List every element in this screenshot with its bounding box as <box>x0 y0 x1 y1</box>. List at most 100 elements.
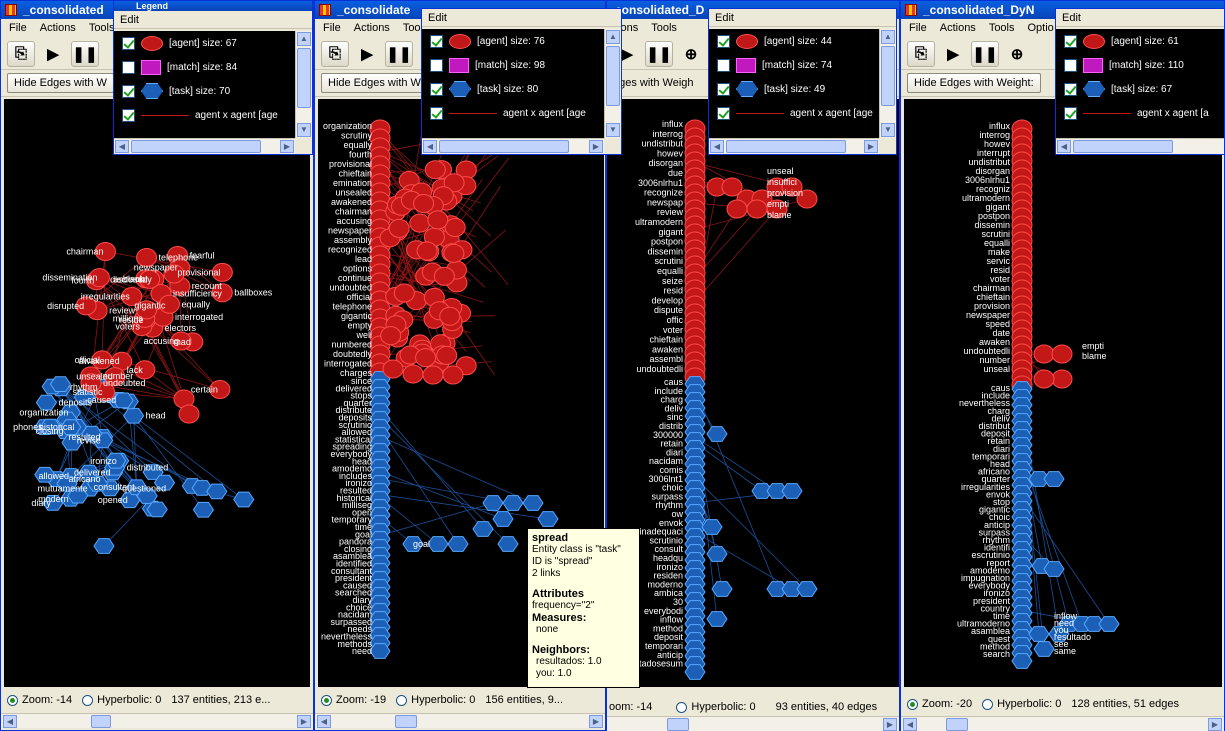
zoom-icon[interactable]: ⊕ <box>677 41 705 67</box>
task-node[interactable] <box>502 495 524 511</box>
horizontal-scrollbar[interactable]: ◀ ▶ <box>1 713 313 728</box>
menu-tools[interactable]: Too <box>403 22 421 35</box>
menu-tools[interactable]: Tools <box>89 22 115 35</box>
scroll-left-icon[interactable]: ◀ <box>115 140 129 153</box>
legend-menu-edit[interactable]: Edit <box>709 9 896 27</box>
legend-vertical-scrollbar[interactable]: ▲ ▼ <box>295 31 312 138</box>
agent-node[interactable] <box>388 218 410 238</box>
hide-edges-button[interactable]: Hide Edges with W <box>7 73 114 93</box>
task-node[interactable] <box>369 643 391 659</box>
task-node[interactable] <box>701 519 723 535</box>
legend-horizontal-scrollbar[interactable]: ◀ <box>1056 138 1224 154</box>
zoom-radio[interactable]: Zoom: -19 <box>321 694 386 706</box>
horizontal-scrollbar[interactable]: ▶ <box>607 716 899 731</box>
play-icon[interactable]: ▶ <box>939 41 967 67</box>
pause-icon[interactable]: ❚❚ <box>71 40 99 67</box>
zoom-radio[interactable]: Zoom: -20 <box>907 698 972 710</box>
menu-tools[interactable]: Tools <box>651 22 677 35</box>
scroll-right-icon[interactable]: ▶ <box>589 140 603 153</box>
scroll-thumb[interactable] <box>91 715 111 728</box>
scroll-left-icon[interactable]: ◀ <box>1057 140 1071 153</box>
scroll-left-icon[interactable]: ◀ <box>317 715 331 728</box>
scroll-left-icon[interactable]: ◀ <box>3 715 17 728</box>
hide-edges-button[interactable]: Hide Edges with W <box>321 73 428 93</box>
horizontal-scrollbar[interactable]: ◀ ▶ <box>315 713 605 728</box>
scroll-thumb[interactable] <box>395 715 417 728</box>
menu-file[interactable]: File <box>9 22 27 35</box>
agent-node[interactable] <box>415 348 437 368</box>
scroll-thumb[interactable] <box>1073 140 1173 153</box>
network-graph[interactable]: influxinterroghowevinterruptundistributd… <box>904 99 1222 687</box>
scroll-thumb[interactable] <box>726 140 846 153</box>
agent-node[interactable] <box>746 199 768 219</box>
legend-horizontal-scrollbar[interactable]: ◀ ▶ <box>422 138 604 154</box>
copy-icon[interactable]: ⎘ <box>321 40 349 67</box>
task-node[interactable] <box>472 521 494 537</box>
agent-node[interactable] <box>726 199 748 219</box>
legend-vertical-scrollbar[interactable]: ▲ ▼ <box>879 29 896 138</box>
menu-actions[interactable]: Actions <box>354 22 390 35</box>
task-node[interactable] <box>192 501 215 518</box>
scroll-down-icon[interactable]: ▼ <box>297 123 311 137</box>
task-node[interactable] <box>684 664 706 680</box>
scroll-thumb[interactable] <box>881 46 895 106</box>
task-node[interactable] <box>1033 641 1055 657</box>
checkbox[interactable] <box>430 58 443 72</box>
task-node[interactable] <box>427 536 449 552</box>
scroll-right-icon[interactable]: ▶ <box>1208 718 1222 731</box>
checkbox[interactable] <box>717 106 730 120</box>
checkbox[interactable] <box>717 58 730 72</box>
agent-node[interactable] <box>380 326 402 346</box>
checkbox[interactable] <box>122 36 135 50</box>
scroll-left-icon[interactable]: ◀ <box>423 140 437 153</box>
network-canvas[interactable]: influx interrog howev interrupt undistribut d… <box>904 99 1222 687</box>
scroll-left-icon[interactable]: ◀ <box>903 718 917 731</box>
scroll-right-icon[interactable]: ▶ <box>589 715 603 728</box>
task-node[interactable] <box>706 426 728 442</box>
zoom-icon[interactable]: ⊕ <box>1003 41 1031 67</box>
menu-file[interactable]: File <box>323 22 341 35</box>
checkbox[interactable] <box>122 60 135 74</box>
checkbox[interactable] <box>430 82 443 96</box>
agent-node[interactable] <box>433 266 455 286</box>
task-node[interactable] <box>146 501 168 518</box>
checkbox[interactable] <box>717 82 730 96</box>
checkbox[interactable] <box>122 84 135 98</box>
menu-actions[interactable]: Actions <box>940 22 976 35</box>
checkbox[interactable] <box>1064 82 1077 96</box>
agent-node[interactable] <box>393 283 415 303</box>
hyperbolic-radio[interactable]: Hyperbolic: 0 <box>396 694 475 706</box>
task-node[interactable] <box>233 491 255 508</box>
menu-file[interactable]: File <box>909 22 927 35</box>
scroll-thumb[interactable] <box>439 140 569 153</box>
agent-node[interactable] <box>1051 344 1073 364</box>
task-node[interactable] <box>447 536 469 552</box>
copy-icon[interactable]: ⎘ <box>907 40 935 67</box>
pause-icon[interactable]: ❚❚ <box>645 40 673 67</box>
menu-tools[interactable]: Tools <box>989 22 1015 35</box>
task-node[interactable] <box>482 495 504 511</box>
play-icon[interactable]: ▶ <box>353 41 381 67</box>
task-node[interactable] <box>492 511 514 527</box>
task-node[interactable] <box>93 538 115 554</box>
task-node[interactable] <box>522 495 544 511</box>
checkbox[interactable] <box>717 34 730 48</box>
task-node[interactable] <box>1043 561 1065 577</box>
scroll-left-icon[interactable]: ◀ <box>710 140 724 153</box>
pause-icon[interactable]: ❚❚ <box>385 40 413 67</box>
legend-horizontal-scrollbar[interactable]: ◀ ▶ <box>709 138 879 154</box>
agent-node[interactable] <box>1051 369 1073 389</box>
task-node[interactable] <box>1028 626 1050 642</box>
checkbox[interactable] <box>1064 58 1077 72</box>
task-node[interactable] <box>1011 653 1033 669</box>
task-node[interactable] <box>122 407 145 424</box>
network-canvas[interactable]: influx interrog undistribut howev disorgan du… <box>607 99 899 687</box>
agent-node[interactable] <box>427 210 449 230</box>
copy-icon[interactable]: ⎘ <box>7 40 35 67</box>
legend-menu-edit[interactable]: Edit <box>422 9 621 27</box>
checkbox[interactable] <box>430 106 443 120</box>
menu-actions[interactable]: Actions <box>40 22 76 35</box>
task-node[interactable] <box>706 546 728 562</box>
horizontal-scrollbar[interactable]: ◀ ▶ <box>901 716 1224 731</box>
task-node[interactable] <box>781 483 803 499</box>
